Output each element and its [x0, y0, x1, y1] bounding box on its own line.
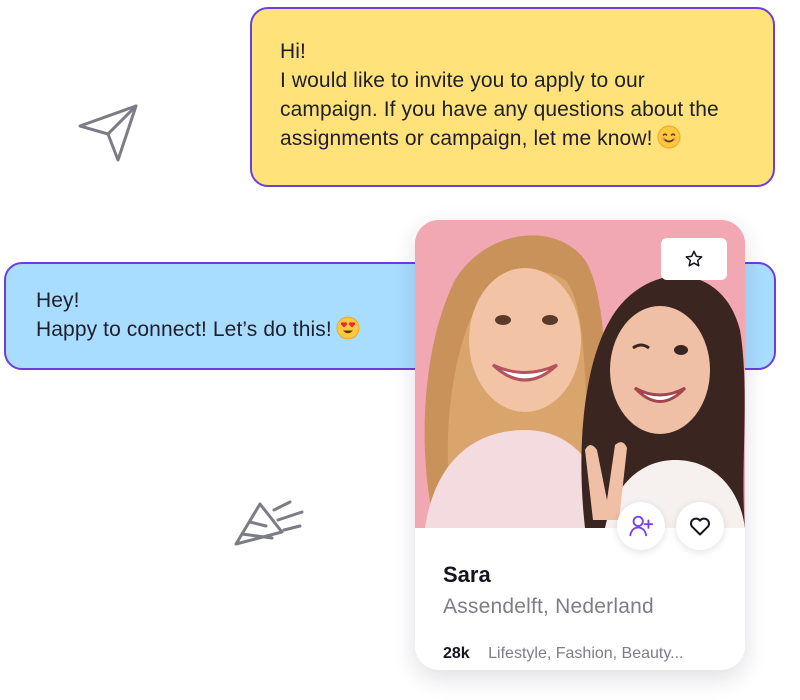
smiling-face-emoji-icon: [657, 125, 681, 149]
party-popper-icon: [230, 492, 308, 552]
creator-profile-card[interactable]: Sara Assendelft, Nederland 28k Lifestyle…: [415, 220, 745, 670]
invite-line-3: assignments or campaign, let me know!: [280, 127, 653, 150]
profile-photo: [415, 220, 745, 528]
creator-stats: 28k Lifestyle, Fashion, Beauty...: [443, 644, 717, 664]
invite-line-3-wrap: assignments or campaign, let me know!: [280, 124, 753, 153]
card-info: Sara Assendelft, Nederland 28k Lifestyle…: [415, 528, 745, 664]
reply-line-1: Happy to connect! Let’s do this!: [36, 318, 332, 341]
chat-illustration: Hi! I would like to invite you to apply …: [0, 0, 800, 700]
heart-eyes-emoji-icon: [336, 316, 360, 340]
creator-location: Assendelft, Nederland: [443, 595, 654, 618]
paper-plane-icon: [76, 100, 142, 166]
follower-count: 28k: [443, 645, 470, 662]
invite-line-1: I would like to invite you to apply to o…: [280, 69, 645, 92]
creator-name: Sara: [443, 562, 491, 587]
star-icon: [685, 250, 703, 267]
favorite-button[interactable]: [661, 238, 727, 280]
invite-line-2: campaign. If you have any questions abou…: [280, 98, 719, 121]
invite-greeting: Hi!: [280, 40, 306, 63]
creator-categories: Lifestyle, Fashion, Beauty...: [488, 645, 684, 662]
invite-message-bubble: Hi! I would like to invite you to apply …: [250, 7, 775, 187]
